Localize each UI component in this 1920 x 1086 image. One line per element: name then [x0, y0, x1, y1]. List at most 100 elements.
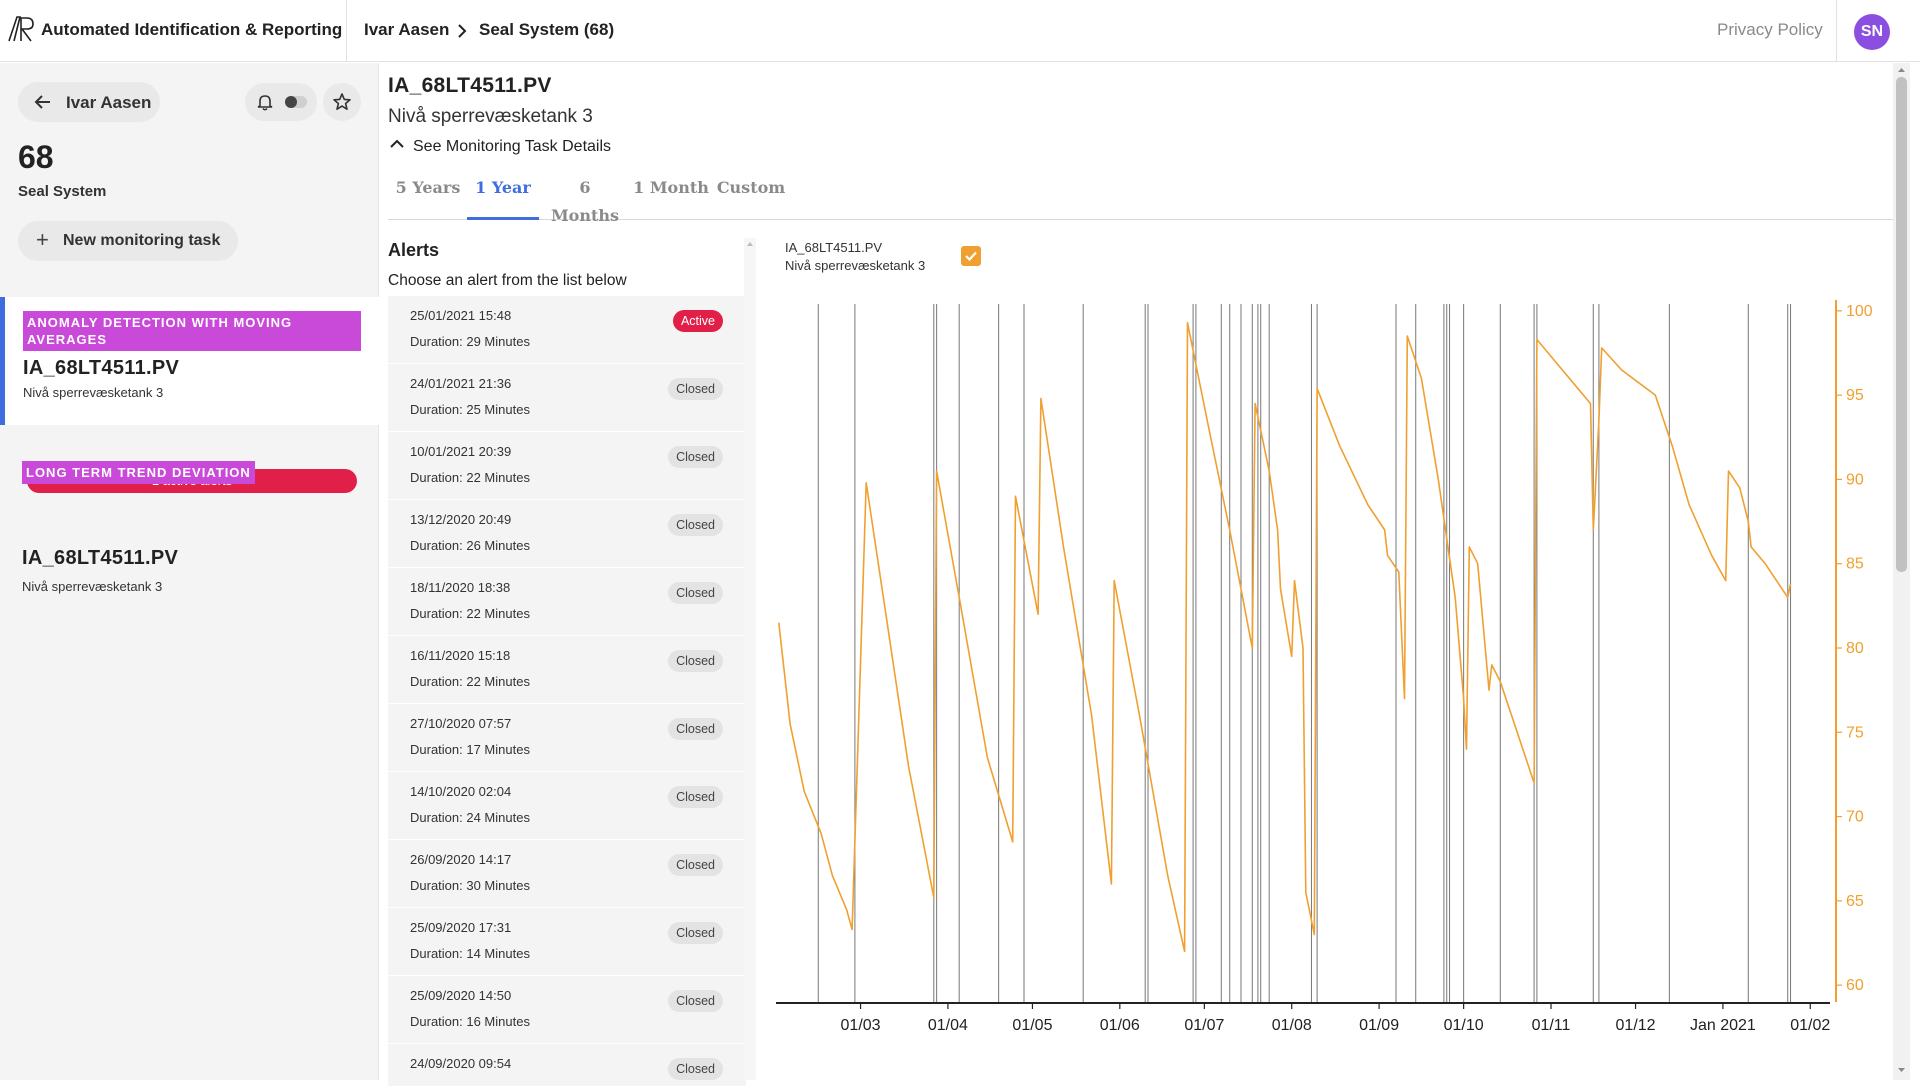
x-tick-label: 01/09 [1359, 1017, 1399, 1030]
tab-6-months[interactable]: 6 Months [543, 174, 627, 225]
page-title: IA_68LT4511.PV [388, 74, 552, 97]
user-avatar[interactable]: SN [1854, 14, 1890, 50]
alert-status-badge: Closed [668, 514, 723, 536]
page-subtitle: Nivå sperrevæsketank 3 [388, 106, 593, 127]
alerts-hint: Choose an alert from the list below [388, 272, 627, 289]
breadcrumb-system[interactable]: Seal System (68) [479, 20, 614, 40]
tab-1-year[interactable]: 1 Year [467, 174, 539, 220]
y-tick-label: 95 [1846, 387, 1864, 404]
alert-date: 13/12/2020 20:49 [410, 512, 512, 527]
plus-icon: + [36, 227, 49, 252]
app-title[interactable]: Automated Identification & Reporting [41, 20, 342, 40]
details-link-label: See Monitoring Task Details [413, 138, 612, 155]
x-tick-label: 01/02 [1790, 1017, 1830, 1030]
back-button[interactable]: Ivar Aasen [18, 82, 160, 122]
alert-duration: Duration: 14 Minutes [410, 946, 530, 961]
monitoring-task-card-2[interactable]: LONG TERM TREND DEVIATION IA_68LT4511.PV… [0, 453, 379, 594]
tab-1-month[interactable]: 1 Month [632, 174, 710, 220]
alert-status-badge: Closed [668, 650, 723, 672]
alert-duration: Duration: 29 Minutes [410, 334, 530, 349]
alert-list-item[interactable]: 25/09/2020 17:31 Duration: 14 Minutes Clos… [388, 908, 746, 976]
page-scrollbar[interactable] [1893, 63, 1910, 1080]
task-type-badge: ANOMALY DETECTION WITH MOVING AVERAGES [23, 311, 361, 351]
time-range-tabs: 5 Years 1 Year 6 Months 1 Month Custom [388, 170, 1893, 225]
system-name: Seal System [18, 183, 107, 200]
alert-list-item[interactable]: 14/10/2020 02:04 Duration: 24 Minutes Clos… [388, 772, 746, 840]
monitoring-task-card-1[interactable]: ANOMALY DETECTION WITH MOVING AVERAGES I… [0, 297, 379, 493]
x-tick-label: 01/10 [1444, 1017, 1484, 1030]
x-tick-label: 01/04 [928, 1017, 968, 1030]
breadcrumb-asset[interactable]: Ivar Aasen [364, 20, 449, 40]
task-description: Nivå sperrevæsketank 3 [22, 579, 163, 594]
alert-date: 25/09/2020 17:31 [410, 920, 512, 935]
alert-duration: Duration: 17 Minutes [410, 742, 530, 757]
y-tick-label: 100 [1846, 303, 1873, 320]
series-visibility-checkbox[interactable] [961, 246, 981, 266]
app-logo-icon[interactable] [6, 14, 36, 44]
y-tick-label: 85 [1846, 556, 1864, 573]
alert-status-badge: Closed [668, 854, 723, 876]
alert-list-item[interactable]: 18/11/2020 18:38 Duration: 22 Minutes Clos… [388, 568, 746, 636]
alert-date: 14/10/2020 02:04 [410, 784, 512, 799]
task-tag: IA_68LT4511.PV [22, 547, 179, 569]
chart-legend-series: IA_68LT4511.PV [785, 240, 883, 255]
x-tick-label: 01/12 [1616, 1017, 1656, 1030]
alert-duration: Duration: 22 Minutes [410, 606, 530, 621]
alert-date: 24/09/2020 09:54 [410, 1056, 512, 1071]
scrollbar-thumb[interactable] [1896, 77, 1907, 572]
alert-duration: Duration: 26 Minutes [410, 538, 530, 553]
y-tick-label: 65 [1846, 893, 1864, 910]
star-icon [333, 93, 351, 110]
y-tick-label: 80 [1846, 640, 1864, 657]
alert-list-item[interactable]: 24/01/2021 21:36 Duration: 25 Minutes Clos… [388, 364, 746, 432]
app-header: Automated Identification & Reporting Iva… [0, 0, 1920, 62]
alert-list-item[interactable]: 13/12/2020 20:49 Duration: 26 Minutes Clos… [388, 500, 746, 568]
alert-date: 27/10/2020 07:57 [410, 716, 512, 731]
alert-list-item[interactable]: 25/09/2020 14:50 Duration: 16 Minutes Clos… [388, 976, 746, 1044]
back-button-label: Ivar Aasen [66, 93, 152, 112]
alert-list-item[interactable]: 27/10/2020 07:57 Duration: 17 Minutes Clos… [388, 704, 746, 772]
new-monitoring-task-button[interactable]: + New monitoring task [18, 221, 238, 261]
alert-list-item[interactable]: 10/01/2021 20:39 Duration: 22 Minutes Clos… [388, 432, 746, 500]
tab-5-years[interactable]: 5 Years [390, 174, 466, 220]
y-tick-label: 75 [1846, 724, 1864, 741]
checkmark-icon [965, 251, 977, 262]
y-tick-label: 60 [1846, 977, 1864, 994]
sidebar: Ivar Aasen 68 Seal System + New monitori… [0, 63, 379, 1080]
scroll-down-arrow-icon[interactable] [1897, 1066, 1906, 1074]
alert-status-badge: Closed [668, 990, 723, 1012]
series-line [778, 321, 1792, 953]
bell-icon [257, 95, 273, 111]
y-tick-label: 90 [1846, 471, 1864, 488]
alert-list-scrollbar[interactable] [744, 238, 756, 1080]
toggle-switch[interactable] [285, 96, 307, 108]
time-series-chart[interactable]: 01/03 01/04 01/05 01/06 01/07 01/08 01/09 01/10… [760, 290, 1880, 1030]
favorite-button[interactable] [323, 83, 361, 121]
alerts-panel: Alerts Choose an alert from the list bel… [380, 232, 758, 1086]
alert-duration: Duration: 25 Minutes [410, 402, 530, 417]
scroll-up-arrow-icon[interactable] [1897, 66, 1906, 74]
x-tick-label: 01/07 [1184, 1017, 1224, 1030]
alert-status-badge: Closed [668, 378, 723, 400]
task-tag: IA_68LT4511.PV [23, 357, 180, 379]
chevron-right-icon [458, 24, 467, 38]
alert-date: 26/09/2020 14:17 [410, 852, 512, 867]
alert-list-item[interactable]: 26/09/2020 14:17 Duration: 30 Minutes Clos… [388, 840, 746, 908]
alert-list-item[interactable]: 25/01/2021 15:48 Duration: 29 Minutes Acti… [388, 296, 746, 364]
system-number: 68 [18, 139, 54, 175]
x-tick-label: 01/08 [1272, 1017, 1312, 1030]
alert-date: 16/11/2020 15:18 [410, 648, 511, 663]
alert-date: 25/01/2021 15:48 [410, 308, 512, 323]
alerts-heading: Alerts [388, 240, 440, 260]
alert-duration: Duration: 22 Minutes [410, 470, 530, 485]
alert-date: 18/11/2020 18:38 [410, 580, 511, 595]
alert-list-item[interactable]: 16/11/2020 15:18 Duration: 22 Minutes Clos… [388, 636, 746, 704]
scroll-up-arrow-icon[interactable] [746, 240, 754, 248]
privacy-policy-link[interactable]: Privacy Policy [1717, 20, 1823, 40]
notification-toggle[interactable] [245, 83, 317, 121]
alert-status-badge: Closed [668, 922, 723, 944]
alert-list: 25/01/2021 15:48 Duration: 29 Minutes Acti… [388, 296, 746, 1086]
alert-duration: Duration: 30 Minutes [410, 878, 530, 893]
task-description: Nivå sperrevæsketank 3 [23, 385, 164, 400]
tab-custom[interactable]: Custom [714, 174, 788, 220]
